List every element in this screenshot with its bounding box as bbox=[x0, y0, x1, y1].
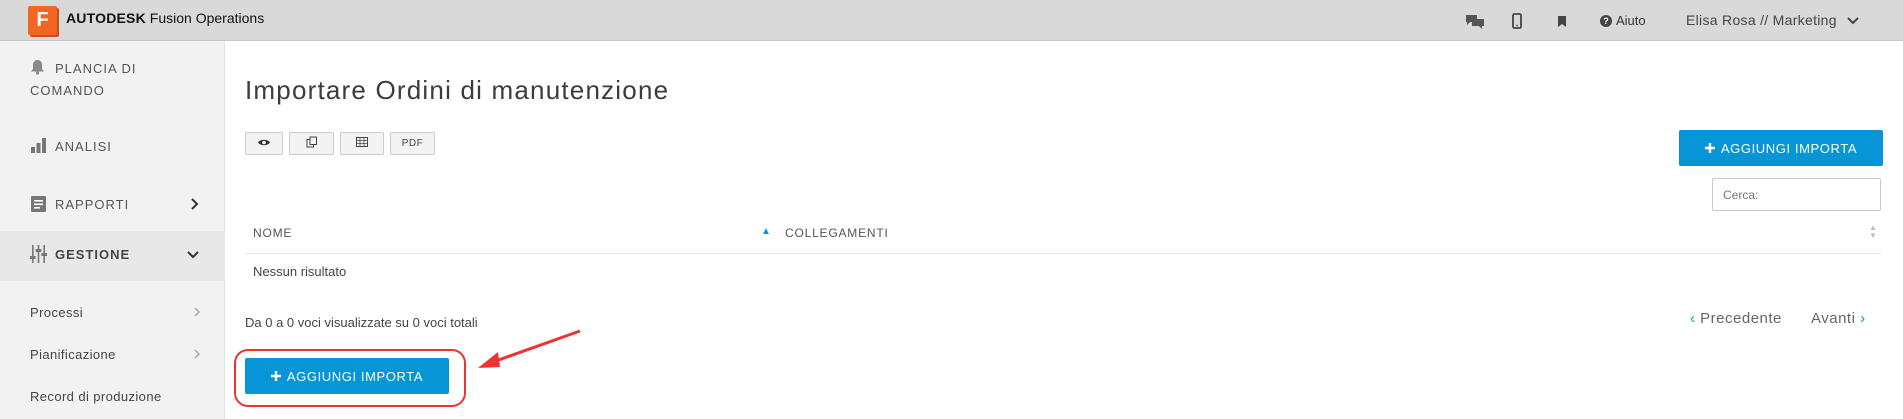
report-icon bbox=[30, 195, 47, 216]
page-title: Importare Ordini di manutenzione bbox=[245, 75, 670, 105]
chevron-down-icon bbox=[187, 246, 199, 262]
chevron-right-icon bbox=[194, 347, 201, 362]
sidebar-item-rapporti[interactable]: RAPPORTI bbox=[0, 195, 225, 219]
sidebar-item-label: RAPPORTI bbox=[55, 197, 130, 212]
top-bar: F AUTODESK Fusion Operations ? Aiuto Eli… bbox=[0, 0, 1903, 41]
pagination-previous-label: Precedente bbox=[1700, 310, 1782, 327]
help-link[interactable]: ? Aiuto bbox=[1600, 13, 1646, 28]
annotation-highlight-box bbox=[234, 349, 466, 407]
bar-chart-icon bbox=[30, 137, 47, 157]
brand-name: AUTODESK Fusion Operations bbox=[66, 10, 264, 26]
column-header-collegamenti[interactable]: COLLEGAMENTI bbox=[785, 226, 889, 240]
sidebar-item-label: PLANCIA DI bbox=[55, 61, 137, 76]
brand-product: Fusion Operations bbox=[145, 10, 265, 26]
csv-button[interactable] bbox=[340, 132, 384, 155]
sidebar-item-gestione[interactable]: GESTIONE bbox=[0, 231, 225, 281]
bell-icon bbox=[30, 59, 45, 78]
sidebar-item-analisi[interactable]: ANALISI bbox=[0, 137, 225, 161]
chevron-down-icon bbox=[1847, 12, 1859, 28]
sidebar-item-label-line2: COMANDO bbox=[30, 83, 105, 98]
table-divider bbox=[245, 253, 1881, 254]
app-logo[interactable]: F bbox=[28, 6, 57, 35]
sidebar-subitem-label: Record di produzione bbox=[30, 389, 162, 404]
sidebar-subitem-label: Pianificazione bbox=[30, 347, 116, 362]
sidebar-subitem-processi[interactable]: Processi bbox=[30, 305, 201, 320]
pagination-next[interactable]: Avanti › bbox=[1811, 310, 1866, 327]
search-input[interactable] bbox=[1712, 178, 1881, 211]
chevron-right-icon bbox=[191, 197, 199, 213]
column-visibility-button[interactable] bbox=[245, 132, 283, 155]
annotation-arrow-icon bbox=[470, 325, 585, 380]
column-header-nome[interactable]: NOME bbox=[253, 226, 292, 240]
sort-both-icon: ▲ ▼ bbox=[1869, 223, 1877, 240]
help-label: Aiuto bbox=[1616, 13, 1646, 28]
empty-table-message: Nessun risultato bbox=[253, 264, 347, 279]
chevron-right-icon: › bbox=[1860, 310, 1866, 327]
user-menu[interactable]: Elisa Rosa // Marketing bbox=[1686, 12, 1859, 28]
sidebar-subitem-record-produzione[interactable]: Record di produzione bbox=[30, 389, 200, 404]
sidebar-item-plancia[interactable]: PLANCIA DI COMANDO bbox=[0, 59, 225, 109]
chevron-left-icon: ‹ bbox=[1690, 310, 1696, 327]
table-icon bbox=[356, 137, 368, 150]
sidebar-item-label: GESTIONE bbox=[55, 247, 131, 262]
sidebar-item-label: ANALISI bbox=[55, 139, 112, 154]
pagination-next-label: Avanti bbox=[1811, 310, 1856, 327]
add-import-button-top[interactable]: AGGIUNGI IMPORTA bbox=[1679, 130, 1883, 166]
chat-icon[interactable] bbox=[1464, 12, 1486, 30]
plus-icon bbox=[1704, 141, 1715, 156]
table-info: Da 0 a 0 voci visualizzate su 0 voci tot… bbox=[245, 315, 478, 330]
copy-icon bbox=[306, 136, 318, 151]
chevron-right-icon bbox=[194, 305, 201, 320]
help-icon: ? bbox=[1600, 14, 1612, 27]
pdf-button[interactable]: PDF bbox=[390, 132, 435, 155]
copy-button[interactable] bbox=[289, 132, 334, 155]
sidebar: PLANCIA DI COMANDO ANALISI RAPPORTI GEST… bbox=[0, 41, 225, 419]
add-import-label: AGGIUNGI IMPORTA bbox=[1720, 140, 1858, 156]
sort-asc-icon: ▲ bbox=[761, 226, 771, 237]
mobile-icon[interactable] bbox=[1512, 12, 1522, 30]
bookmark-icon[interactable] bbox=[1557, 12, 1567, 30]
sliders-icon bbox=[30, 244, 47, 267]
brand-bold: AUTODESK bbox=[66, 10, 146, 26]
sidebar-subitem-pianificazione[interactable]: Pianificazione bbox=[30, 347, 201, 362]
eye-icon bbox=[257, 138, 271, 150]
sidebar-subitem-label: Processi bbox=[30, 305, 84, 320]
user-label: Elisa Rosa // Marketing bbox=[1686, 12, 1837, 28]
pagination-previous[interactable]: ‹ Precedente bbox=[1690, 310, 1782, 327]
